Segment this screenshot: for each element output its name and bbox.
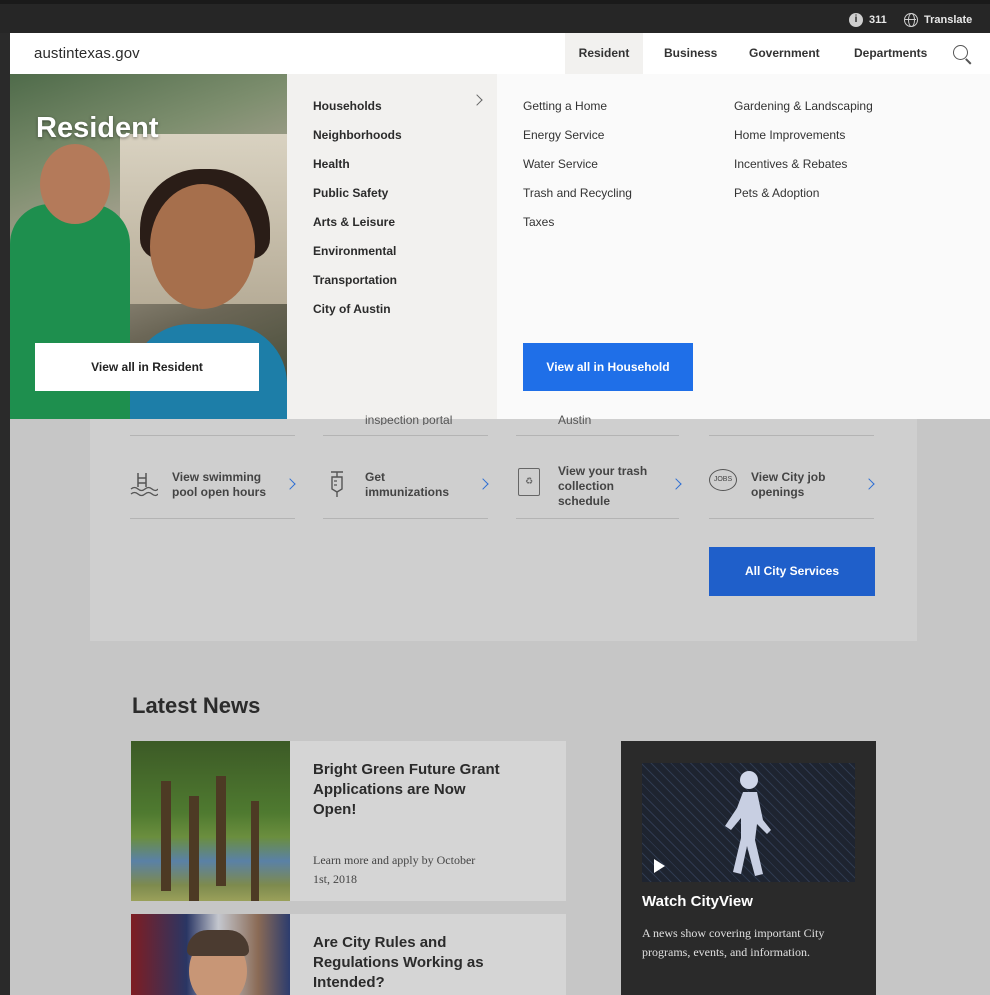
link-water-service[interactable]: Water Service (523, 157, 598, 171)
cityview-card[interactable]: Watch CityView A news show covering impo… (621, 741, 876, 995)
walking-person-icon (725, 771, 771, 876)
category-arts-leisure[interactable]: Arts & Leisure (313, 215, 395, 229)
chevron-right-icon (670, 478, 682, 490)
nav-item-departments[interactable]: Departments (854, 33, 927, 74)
category-neighborhoods[interactable]: Neighborhoods (313, 128, 402, 142)
category-transportation[interactable]: Transportation (313, 273, 397, 287)
chevron-right-icon (477, 478, 489, 490)
main-nav: austintexas.gov Resident Business Govern… (10, 33, 990, 74)
link-taxes[interactable]: Taxes (523, 215, 554, 229)
service-trash-schedule[interactable]: ♻ View your trash collection schedule (516, 463, 682, 521)
site-logo[interactable]: austintexas.gov (34, 45, 140, 62)
view-all-resident-button[interactable]: View all in Resident (35, 343, 259, 391)
translate-label: Translate (924, 14, 973, 26)
latest-news-heading: Latest News (132, 693, 261, 718)
service-job-openings[interactable]: JOBS View City job openings (709, 463, 875, 521)
chevron-right-icon (284, 478, 296, 490)
search-icon[interactable] (953, 45, 968, 60)
category-column: Households Neighborhoods Health Public S… (287, 74, 497, 419)
city-services-panel: inspection portal Austin View swimming p… (90, 413, 917, 641)
all-city-services-button[interactable]: All City Services (709, 547, 875, 596)
news-image-trees (131, 741, 290, 901)
nav-item-government[interactable]: Government (749, 33, 820, 74)
category-households[interactable]: Households (313, 99, 382, 113)
chevron-right-icon (863, 478, 875, 490)
service-immunizations[interactable]: Get immunizations (323, 463, 489, 521)
view-all-household-button[interactable]: View all in Household (523, 343, 693, 391)
syringe-icon (323, 469, 351, 499)
link-incentives-rebates[interactable]: Incentives & Rebates (734, 157, 847, 171)
jobs-icon: JOBS (709, 469, 737, 491)
play-icon[interactable] (654, 859, 665, 873)
link-home-improvements[interactable]: Home Improvements (734, 128, 845, 142)
category-public-safety[interactable]: Public Safety (313, 186, 388, 200)
news-card[interactable]: Are City Rules and Regulations Working a… (131, 914, 566, 995)
hero-title: Resident (36, 112, 159, 144)
cityview-video-thumbnail[interactable] (642, 763, 855, 882)
service-label: Get immunizations (365, 470, 450, 499)
utility-bar: i 311 Translate (0, 0, 990, 33)
pool-icon (130, 469, 159, 499)
service-label: View City job openings (751, 470, 826, 499)
household-links-panel: Getting a Home Energy Service Water Serv… (497, 74, 990, 419)
link-pets-adoption[interactable]: Pets & Adoption (734, 186, 819, 200)
news-card[interactable]: Bright Green Future Grant Applications a… (131, 741, 566, 901)
link-gardening[interactable]: Gardening & Landscaping (734, 99, 873, 113)
link-getting-a-home[interactable]: Getting a Home (523, 99, 607, 113)
news-image-speaker (131, 914, 290, 995)
news-description: Learn more and apply by October 1st, 201… (313, 853, 476, 886)
resident-hero-image: Resident View all in Resident (10, 74, 287, 419)
link-energy-service[interactable]: Energy Service (523, 128, 604, 142)
nav-item-business[interactable]: Business (664, 33, 717, 74)
translate-link[interactable]: Translate (904, 13, 972, 27)
cityview-description: A news show covering important City prog… (642, 926, 825, 959)
globe-icon (904, 13, 918, 27)
link-trash-recycling[interactable]: Trash and Recycling (523, 186, 632, 200)
info-311-link[interactable]: i 311 (849, 13, 887, 27)
partial-service-label: inspection portal (365, 413, 453, 425)
recycle-icon: ♻ (518, 468, 540, 496)
cityview-title[interactable]: Watch CityView (642, 893, 753, 910)
service-label: View swimming pool open hours (172, 470, 266, 499)
info-icon: i (849, 13, 863, 27)
service-pool-hours[interactable]: View swimming pool open hours (130, 463, 296, 521)
chevron-right-icon (471, 94, 483, 106)
category-health[interactable]: Health (313, 157, 350, 171)
partial-service-label: Austin (558, 413, 592, 425)
resident-mega-menu: Resident View all in Resident Households… (10, 74, 990, 419)
category-environmental[interactable]: Environmental (313, 244, 396, 258)
service-label: View your trash collection schedule (558, 464, 648, 508)
nav-item-resident[interactable]: Resident (565, 33, 643, 74)
news-title[interactable]: Are City Rules and Regulations Working a… (313, 933, 513, 993)
news-title[interactable]: Bright Green Future Grant Applications a… (313, 760, 513, 820)
info-311-label: 311 (869, 14, 887, 26)
category-city-of-austin[interactable]: City of Austin (313, 302, 391, 316)
